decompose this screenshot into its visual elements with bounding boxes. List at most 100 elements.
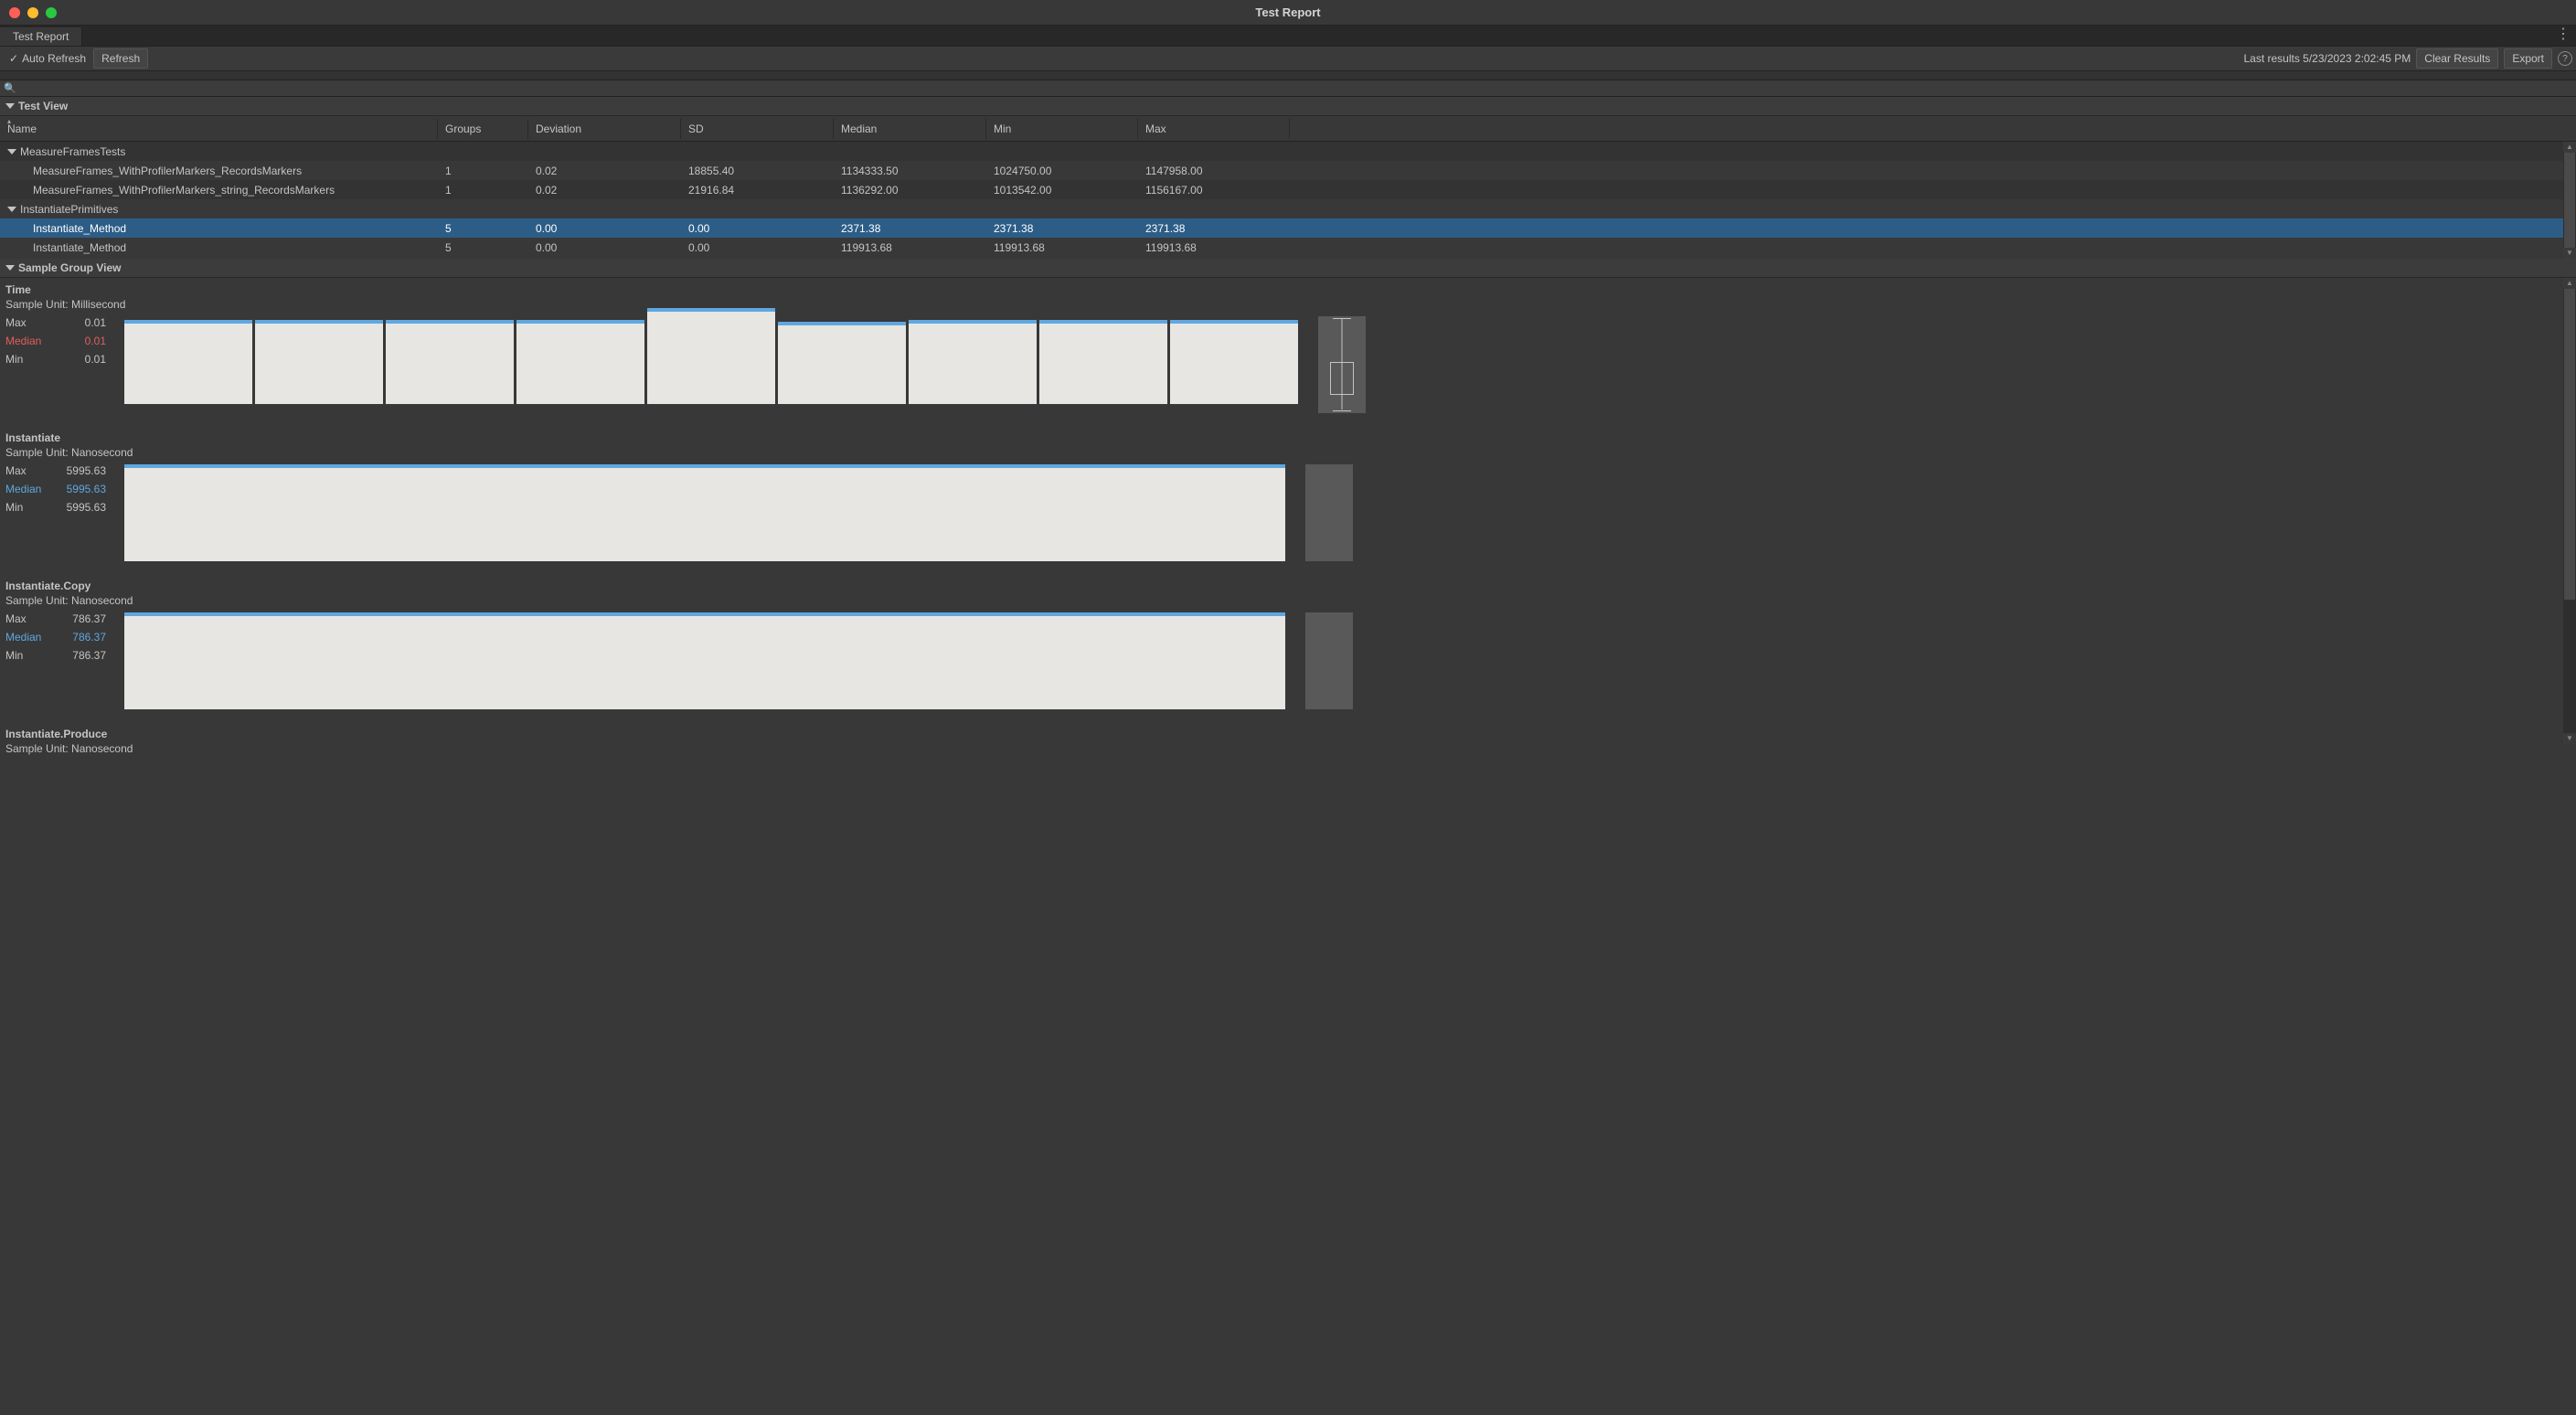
sample-title: Instantiate.Copy xyxy=(5,580,2576,592)
maximize-icon[interactable] xyxy=(46,7,57,18)
scroll-down-icon[interactable]: ▼ xyxy=(2563,248,2576,259)
sample-unit: Sample Unit: Nanosecond xyxy=(5,742,2576,755)
max-value: 0.01 xyxy=(85,316,106,335)
auto-refresh-toggle[interactable]: ✓ Auto Refresh xyxy=(4,50,91,67)
boxplot xyxy=(1305,612,1353,709)
cell-max: 1147958.00 xyxy=(1138,163,1290,179)
sample-bar xyxy=(516,320,644,404)
sample-group: TimeSample Unit: MillisecondMax0.01Media… xyxy=(5,283,2576,413)
col-max[interactable]: Max xyxy=(1138,119,1290,139)
cell-deviation: 0.02 xyxy=(528,182,681,198)
cell-groups: 1 xyxy=(438,182,528,198)
sample-bar xyxy=(778,322,906,404)
toolbar: ✓ Auto Refresh Refresh Last results 5/23… xyxy=(0,46,2576,71)
cell-min: 2371.38 xyxy=(986,220,1138,237)
chevron-down-icon xyxy=(7,149,16,154)
cell-groups: 5 xyxy=(438,220,528,237)
cell-sd: 21916.84 xyxy=(681,182,834,198)
close-icon[interactable] xyxy=(9,7,20,18)
sample-group: Instantiate.CopySample Unit: NanosecondM… xyxy=(5,580,2576,709)
scroll-thumb[interactable] xyxy=(2564,153,2575,248)
help-icon[interactable]: ? xyxy=(2558,51,2572,66)
sample-bar xyxy=(386,320,514,404)
chevron-down-icon xyxy=(7,207,16,212)
max-value: 786.37 xyxy=(72,612,106,631)
table-group-row[interactable]: MeasureFramesTests xyxy=(0,142,2576,161)
chevron-down-icon xyxy=(5,265,15,271)
cell-sd: 0.00 xyxy=(681,239,834,256)
clear-results-button[interactable]: Clear Results xyxy=(2416,48,2498,69)
cell-min: 1013542.00 xyxy=(986,182,1138,198)
scroll-thumb[interactable] xyxy=(2564,289,2575,600)
cell-groups: 1 xyxy=(438,163,528,179)
table-row[interactable]: MeasureFrames_WithProfilerMarkers_Record… xyxy=(0,161,2576,180)
sample-bar xyxy=(124,320,252,404)
table-row[interactable]: Instantiate_Method50.000.00119913.681199… xyxy=(0,238,2576,257)
col-groups[interactable]: Groups xyxy=(438,119,528,139)
sample-bar xyxy=(909,320,1037,404)
cell-groups: 5 xyxy=(438,239,528,256)
sample-bar xyxy=(1170,320,1298,404)
sample-group: InstantiateSample Unit: NanosecondMax599… xyxy=(5,431,2576,561)
tab-test-report[interactable]: Test Report xyxy=(0,27,82,46)
min-value: 5995.63 xyxy=(67,501,106,519)
col-sd[interactable]: SD xyxy=(681,119,834,139)
cell-max: 2371.38 xyxy=(1138,220,1290,237)
sort-indicator-icon: ▴ xyxy=(7,117,11,125)
search-icon: 🔍 xyxy=(4,82,16,94)
cell-median: 2371.38 xyxy=(834,220,986,237)
test-name: Instantiate_Method xyxy=(0,220,438,237)
table-row[interactable]: Instantiate_Method50.000.002371.382371.3… xyxy=(0,218,2576,238)
test-name: Instantiate_Method xyxy=(0,239,438,256)
window-title: Test Report xyxy=(1255,5,1320,19)
col-blank xyxy=(1290,125,2576,133)
traffic-lights xyxy=(9,7,57,18)
table-header: ▴ Name Groups Deviation SD Median Min Ma… xyxy=(0,116,2576,142)
test-view-label: Test View xyxy=(18,100,68,112)
min-label: Min xyxy=(5,353,23,371)
median-value: 0.01 xyxy=(85,335,106,353)
cell-sd: 0.00 xyxy=(681,220,834,237)
export-button[interactable]: Export xyxy=(2504,48,2552,69)
sample-title: Instantiate.Produce xyxy=(5,728,2576,740)
check-icon: ✓ xyxy=(9,52,18,65)
sample-scrollbar[interactable]: ▲ ▼ xyxy=(2563,278,2576,744)
refresh-button[interactable]: Refresh xyxy=(93,48,148,69)
cell-deviation: 0.02 xyxy=(528,163,681,179)
auto-refresh-label: Auto Refresh xyxy=(22,52,86,65)
max-value: 5995.63 xyxy=(67,464,106,483)
col-name[interactable]: ▴ Name xyxy=(0,119,438,139)
col-deviation[interactable]: Deviation xyxy=(528,119,681,139)
sample-stats: Max5995.63Median5995.63Min5995.63 xyxy=(5,464,106,561)
cell-median: 1134333.50 xyxy=(834,163,986,179)
cell-max: 1156167.00 xyxy=(1138,182,1290,198)
scroll-up-icon[interactable]: ▲ xyxy=(2563,278,2576,289)
test-view-header[interactable]: Test View xyxy=(0,97,2576,116)
cell-deviation: 0.00 xyxy=(528,239,681,256)
min-value: 786.37 xyxy=(72,649,106,667)
min-value: 0.01 xyxy=(85,353,106,371)
cell-min: 119913.68 xyxy=(986,239,1138,256)
table-scrollbar[interactable]: ▲ ▼ xyxy=(2563,142,2576,259)
col-min[interactable]: Min xyxy=(986,119,1138,139)
table-row[interactable]: MeasureFrames_WithProfilerMarkers_string… xyxy=(0,180,2576,199)
col-median[interactable]: Median xyxy=(834,119,986,139)
max-label: Max xyxy=(5,316,27,335)
chevron-down-icon xyxy=(5,103,15,109)
sample-bar xyxy=(647,308,775,404)
scroll-down-icon[interactable]: ▼ xyxy=(2563,733,2576,744)
test-name: MeasureFrames_WithProfilerMarkers_Record… xyxy=(0,163,438,179)
cell-median: 119913.68 xyxy=(834,239,986,256)
cell-max: 119913.68 xyxy=(1138,239,1290,256)
search-row[interactable]: 🔍 xyxy=(0,80,2576,97)
kebab-menu-icon[interactable]: ⋮ xyxy=(2556,28,2571,41)
boxplot xyxy=(1305,464,1353,561)
sample-group-view-header[interactable]: Sample Group View xyxy=(0,259,2576,278)
table-group-row[interactable]: InstantiatePrimitives xyxy=(0,199,2576,218)
cell-sd: 18855.40 xyxy=(681,163,834,179)
scroll-up-icon[interactable]: ▲ xyxy=(2563,142,2576,153)
minimize-icon[interactable] xyxy=(27,7,38,18)
spacer xyxy=(0,71,2576,80)
sample-stats: Max 0.01 Median 0.01 Min 0.01 xyxy=(5,316,106,413)
median-label: Median xyxy=(5,335,41,353)
